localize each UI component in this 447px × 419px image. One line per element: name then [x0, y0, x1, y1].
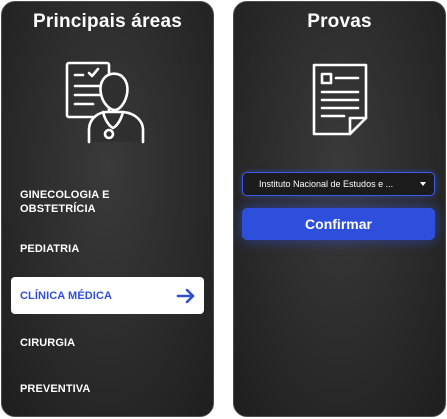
area-item-label: PREVENTIVA	[20, 383, 91, 395]
document-icon	[308, 62, 372, 136]
confirm-button[interactable]: Confirmar	[242, 208, 435, 240]
exams-card: Provas Instituto Nacional de Estudos e .…	[233, 1, 446, 417]
area-item-cirurgia[interactable]: CIRURGIA	[11, 336, 204, 350]
area-item-label: CIRURGIA	[20, 337, 76, 349]
exam-select[interactable]: Instituto Nacional de Estudos e ...	[242, 172, 435, 196]
area-item-ginecologia[interactable]: GINECOLOGIA E OBSTETRÍCIA	[11, 188, 204, 216]
chevron-down-icon	[420, 182, 426, 186]
exam-select-value: Instituto Nacional de Estudos e ...	[259, 179, 394, 189]
doctor-with-clipboard-icon	[63, 60, 153, 144]
area-item-pediatria[interactable]: PEDIATRIA	[11, 242, 204, 256]
area-item-label: CLÍNICA MÉDICA	[20, 289, 113, 302]
area-item-label: GINECOLOGIA E OBSTETRÍCIA	[20, 189, 110, 215]
exams-title: Provas	[307, 11, 372, 32]
areas-title: Principais áreas	[33, 11, 182, 32]
arrow-right-icon	[176, 288, 195, 303]
area-item-label: PEDIATRIA	[20, 243, 80, 255]
area-item-preventiva[interactable]: PREVENTIVA	[11, 382, 204, 396]
area-item-clinica-medica[interactable]: CLÍNICA MÉDICA	[11, 277, 204, 314]
areas-card: Principais áreas GINECOLOGIA E OBSTETRÍC…	[1, 1, 214, 417]
